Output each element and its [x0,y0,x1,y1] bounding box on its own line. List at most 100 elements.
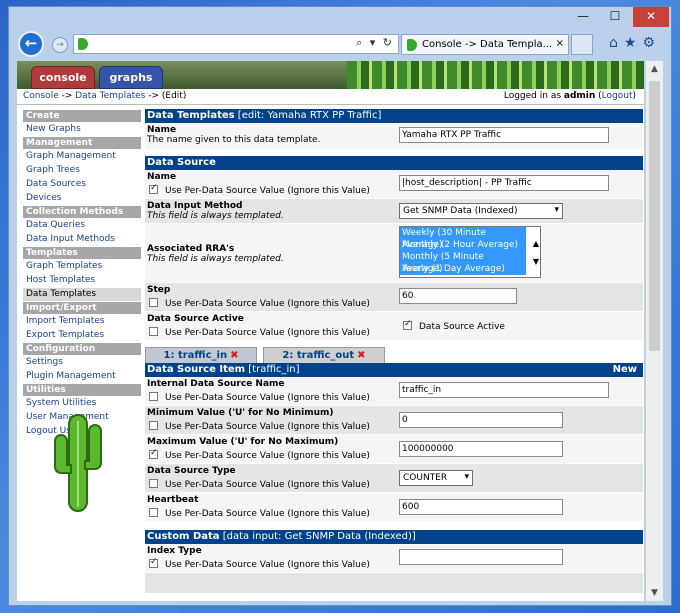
delete-icon[interactable]: ✖ [230,350,238,361]
menu-item-plugin-management[interactable]: Plugin Management [23,370,141,383]
section-subtitle: [edit: Yamaha RTX PP Traffic] [237,110,382,121]
section-subtitle: [data input: Get SNMP Data (Indexed)] [222,531,416,542]
breadcrumb-sep: -> [145,91,162,101]
header-cactus-art [347,61,644,89]
menu-item-export-templates[interactable]: Export Templates [23,329,141,342]
listbox-scroll-arrows-icon[interactable]: ▲ ▼ [533,235,539,271]
per-source-checkbox[interactable] [149,327,158,336]
field-description: This field is always templated. [147,254,284,264]
field-title: Heartbeat [147,495,199,505]
menu-item-settings[interactable]: Settings [23,356,141,369]
new-item-link[interactable]: New [613,363,637,377]
cactus-logo-icon [54,414,102,512]
tab-traffic-out[interactable]: 2: traffic_out ✖ [263,347,385,363]
menu-item-host-templates[interactable]: Host Templates [23,274,141,287]
checkbox-label: Use Per-Data Source Value (Ignore this V… [165,393,370,403]
per-source-checkbox[interactable] [149,183,158,194]
scroll-up-icon[interactable]: ▲ [646,61,663,77]
scroll-down-icon[interactable]: ▼ [646,585,663,601]
min-value-input[interactable]: 0 [399,412,563,428]
per-source-checkbox[interactable] [149,557,158,568]
field-row-max-value: Maximum Value ('U' for No Maximum) Use P… [145,435,643,464]
logout-link[interactable]: Logout [602,91,633,101]
console-tab[interactable]: console [31,66,95,89]
menu-item-data-input-methods[interactable]: Data Input Methods [23,233,141,246]
field-description: This field is always templated. [147,211,284,221]
per-source-checkbox[interactable] [149,479,158,488]
field-row-source-type: Data Source Type Use Per-Data Source Val… [145,464,643,493]
breadcrumb-data-templates[interactable]: Data Templates [75,91,145,101]
max-value-input[interactable]: 100000000 [399,441,563,457]
address-bar[interactable]: ⌕ ▾ ↻ [73,34,399,54]
menu-item-import-templates[interactable]: Import Templates [23,315,141,328]
section-header-data-source: Data Source [145,156,643,170]
menu-item-graph-management[interactable]: Graph Management [23,150,141,163]
delete-icon[interactable]: ✖ [357,350,365,361]
menu-item-system-utilities[interactable]: System Utilities [23,397,141,410]
login-user: admin [563,91,596,101]
data-source-item-tabs: 1: traffic_in ✖ 2: traffic_out ✖ [145,345,643,363]
per-source-checkbox[interactable] [149,508,158,517]
field-description: The name given to this data template. [147,135,321,145]
field-title: Minimum Value ('U' for No Minimum) [147,408,334,418]
per-source-checkbox[interactable] [149,298,158,307]
page-content: console graphs Console -> Data Templates… [17,61,644,601]
maximize-button[interactable]: ☐ [599,7,631,27]
field-title: Name [147,125,177,135]
step-input[interactable]: 60 [399,288,517,304]
menu-item-new-graphs[interactable]: New Graphs [23,123,141,136]
back-arrow-icon[interactable]: ← [18,31,44,57]
close-button[interactable]: ✕ [633,7,669,27]
field-row-next [145,573,643,594]
field-row-min-value: Minimum Value ('U' for No Minimum) Use P… [145,406,643,435]
per-source-checkbox[interactable] [149,392,158,401]
vertical-scrollbar[interactable]: ▲ ▼ [646,61,663,601]
menu-item-data-queries[interactable]: Data Queries [23,219,141,232]
main-form: Data Templates [edit: Yamaha RTX PP Traf… [145,109,643,594]
browser-tab-console[interactable]: Console -> Data Templa... × [401,34,569,55]
scrollbar-thumb[interactable] [649,81,660,351]
index-type-input[interactable] [399,549,563,565]
field-title: Internal Data Source Name [147,379,285,389]
template-name-input[interactable]: Yamaha RTX PP Traffic [399,127,609,143]
menu-item-data-sources[interactable]: Data Sources [23,178,141,191]
title-bar: — ☐ ✕ [9,7,671,29]
rra-option[interactable]: Weekly (30 Minute Average) [400,227,526,250]
select-value: COUNTER [403,473,448,483]
field-title: Step [147,285,171,295]
source-name-input[interactable]: |host_description| - PP Traffic [399,175,609,191]
rra-option[interactable]: Yearly (1 Day Average) [400,263,526,275]
tab-traffic-in[interactable]: 1: traffic_in ✖ [145,347,257,363]
per-source-checkbox[interactable] [149,448,158,459]
graphs-tab[interactable]: graphs [99,66,163,89]
menu-section-create: Create [23,110,141,122]
input-method-select[interactable]: Get SNMP Data (Indexed) ▾ [399,203,563,219]
address-tools[interactable]: ⌕ ▾ ↻ [356,36,394,50]
breadcrumb-console[interactable]: Console [23,91,59,101]
heartbeat-input[interactable]: 600 [399,499,563,515]
section-header-data-source-item: Data Source Item [traffic_in] New [145,363,643,377]
menu-section-collection-methods: Collection Methods [23,206,141,218]
menu-item-data-templates[interactable]: Data Templates [23,288,141,301]
source-type-select[interactable]: COUNTER ▾ [399,470,473,486]
tab-close-icon[interactable]: × [556,38,564,49]
field-row-active: Data Source Active Use Per-Data Source V… [145,312,643,341]
section-title: Data Templates [147,110,235,121]
chevron-down-icon: ▾ [554,205,559,215]
menu-item-graph-templates[interactable]: Graph Templates [23,260,141,273]
menu-item-graph-trees[interactable]: Graph Trees [23,164,141,177]
field-row-rra: Associated RRA's This field is always te… [145,224,643,283]
checkbox-label: Use Per-Data Source Value (Ignore this V… [165,186,370,196]
browser-toolbar-icons[interactable]: ⌂★⚙ [609,35,661,51]
rra-option[interactable]: Monthly (5 Minute Average) [400,251,526,274]
rra-listbox[interactable]: Weekly (30 Minute Average) Monthly (2 Ho… [399,226,541,278]
minimize-button[interactable]: — [567,7,599,27]
rra-option[interactable]: Monthly (2 Hour Average) [400,239,526,251]
internal-name-input[interactable]: traffic_in [399,382,609,398]
select-value: Get SNMP Data (Indexed) [403,206,518,216]
per-source-checkbox[interactable] [149,421,158,430]
menu-item-devices[interactable]: Devices [23,192,141,205]
new-tab-button[interactable] [571,34,593,55]
forward-arrow-icon[interactable]: → [52,37,68,53]
data-source-active-checkbox[interactable] [403,319,412,330]
